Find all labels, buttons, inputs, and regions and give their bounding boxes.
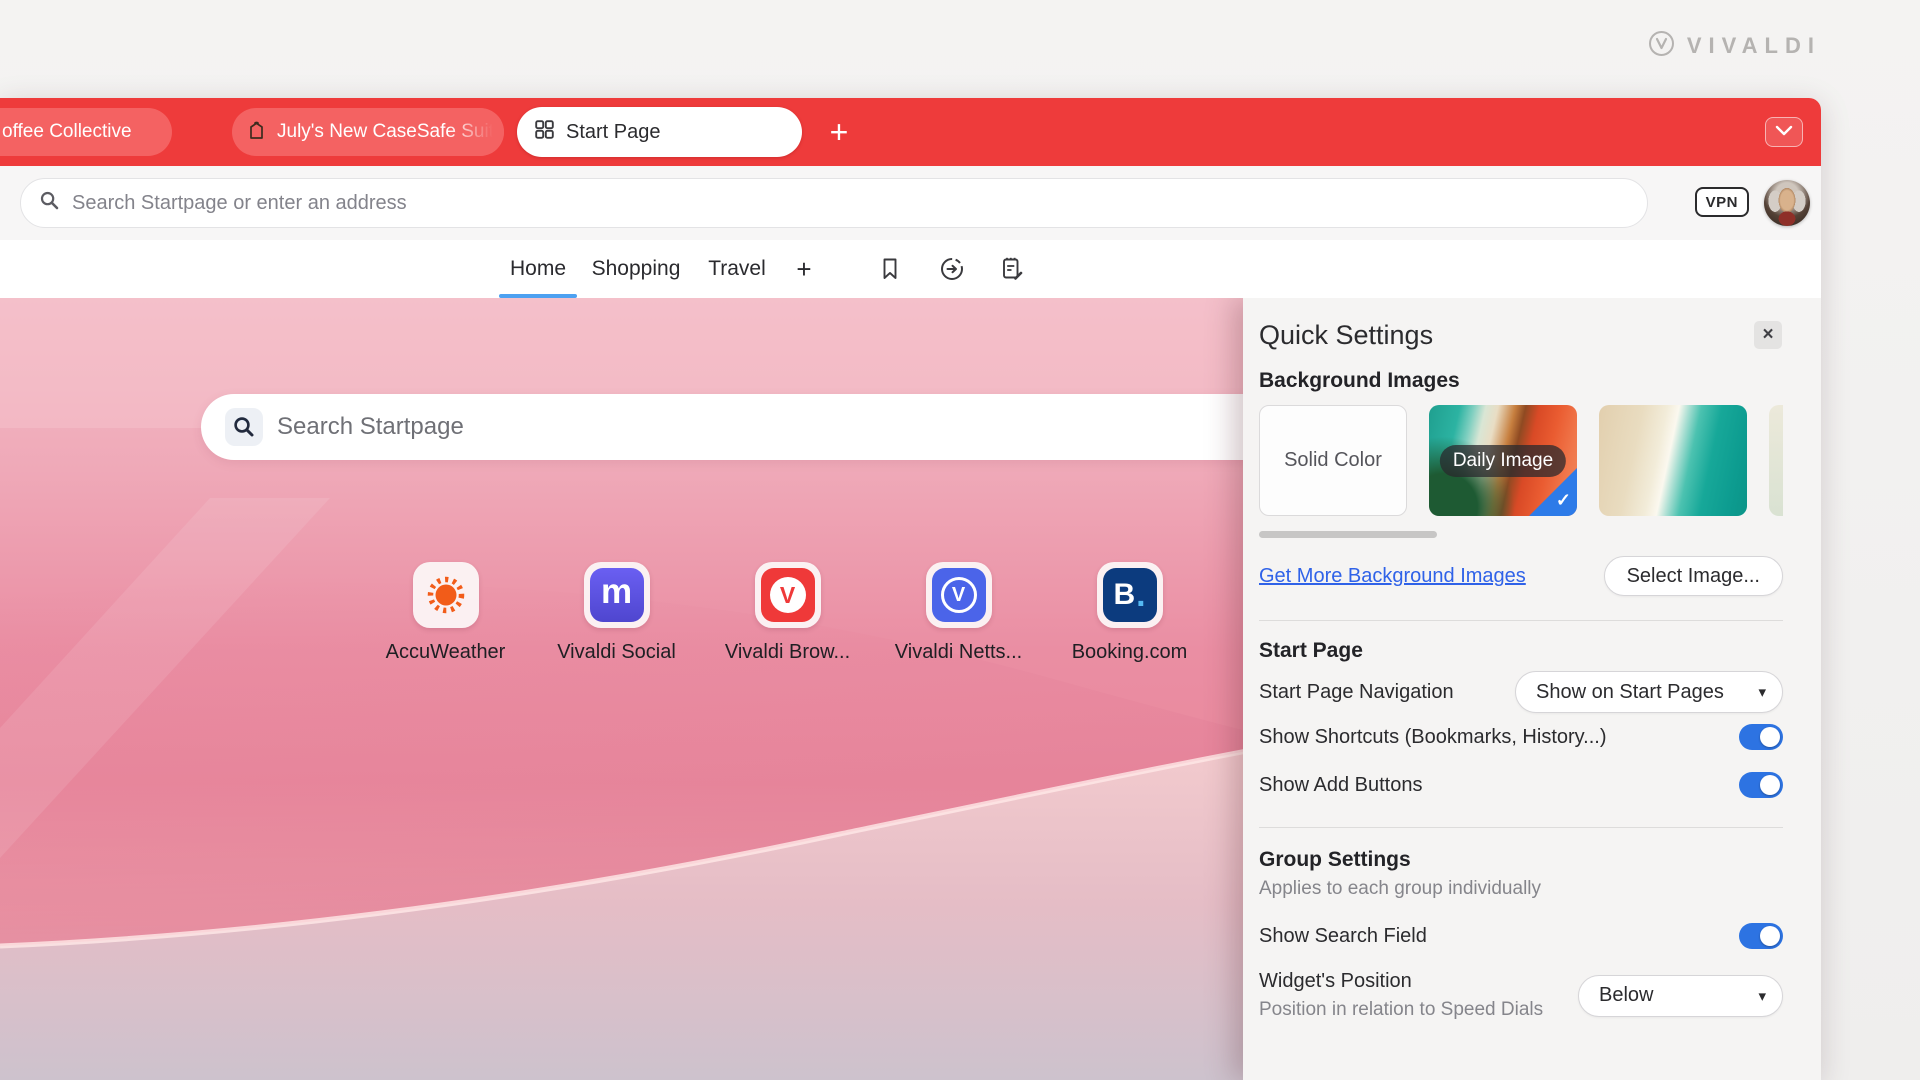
check-icon: ✓ [1556,490,1571,511]
speed-dial-vivaldi-social[interactable]: m Vivaldi Social [531,562,702,664]
tab-start-page[interactable]: Start Page [517,107,802,157]
show-add-buttons-toggle[interactable] [1739,772,1783,798]
show-add-buttons-label: Show Add Buttons [1259,774,1422,797]
start-page-navigation-dropdown[interactable]: Show on Start Pages ▾ [1515,671,1783,713]
speed-dial-label: Vivaldi Social [557,641,676,664]
divider [1259,620,1783,621]
tab-casesafe[interactable]: July's New CaseSafe Suitc [232,108,504,156]
speed-dial-label: Vivaldi Brow... [725,641,850,664]
speed-dial-label: AccuWeather [386,641,506,664]
close-button[interactable]: × [1754,321,1782,349]
mastodon-icon: m [590,568,644,622]
dropdown-value: Show on Start Pages [1536,681,1724,704]
speed-dial-accuweather[interactable]: AccuWeather [360,562,531,664]
start-page-search-input[interactable] [277,413,1177,441]
show-shortcuts-label: Show Shortcuts (Bookmarks, History...) [1259,726,1607,749]
vivaldi-wordmark: VIVALDI [1687,33,1821,59]
history-icon[interactable] [938,255,966,283]
caret-down-icon: ▾ [1758,683,1766,701]
accuweather-icon [413,562,479,628]
notes-icon[interactable] [998,255,1026,283]
thumbnails-scrollbar[interactable] [1259,531,1437,538]
background-option-ocean[interactable] [1599,405,1747,516]
nav-tab-label: Home [510,257,566,281]
tab-label: offee Collective [2,121,132,143]
get-more-backgrounds-link[interactable]: Get More Background Images [1259,565,1526,588]
group-settings-subheading: Applies to each group individually [1259,878,1783,900]
nav-tab-label: Travel [708,257,766,281]
caret-down-icon: ▾ [1758,987,1766,1005]
add-nav-tab-button[interactable]: + [789,240,819,298]
nav-tab-label: Shopping [592,257,681,281]
widget-position-subtext: Position in relation to Speed Dials [1259,999,1543,1021]
speed-dial-vivaldi-browser[interactable]: V Vivaldi Brow... [702,562,873,664]
search-icon [39,190,60,216]
vivaldi-brand: VIVALDI [1648,30,1821,62]
background-images-heading: Background Images [1259,369,1783,393]
vivaldi-red-icon: V [761,568,815,622]
select-image-button[interactable]: Select Image... [1604,556,1783,596]
desktop: VIVALDI offee Collective July's New Case… [0,0,1920,1080]
background-option-daily-image[interactable]: Daily Image ✓ [1429,405,1577,516]
background-option-partial[interactable] [1769,405,1783,516]
shopping-bag-favicon-icon [246,119,267,146]
start-page-content: AccuWeather m Vivaldi Social V [0,298,1821,1080]
nav-tab-shopping[interactable]: Shopping [591,240,681,298]
close-icon: × [1762,324,1773,346]
profile-avatar[interactable] [1764,180,1810,226]
startpage-search-icon [225,408,263,446]
address-bar[interactable] [20,178,1648,228]
speed-dial-grid-icon [535,120,554,145]
show-search-field-label: Show Search Field [1259,925,1427,948]
tab-bar-menu-button[interactable] [1765,117,1803,147]
nav-tab-home[interactable]: Home [499,240,577,298]
toolbar: VPN [0,166,1821,240]
speed-dial-vivaldi-netts[interactable]: V Vivaldi Netts... [873,562,1044,664]
background-image-options: Solid Color Daily Image ✓ [1259,405,1783,516]
divider [1259,827,1783,828]
quick-settings-panel: Quick Settings × Background Images Solid… [1243,298,1821,1080]
widget-position-dropdown[interactable]: Below ▾ [1578,975,1783,1017]
vpn-badge[interactable]: VPN [1695,187,1749,217]
quick-settings-title: Quick Settings [1259,320,1783,351]
start-page-section-heading: Start Page [1259,639,1783,663]
speed-dial-label: Vivaldi Netts... [895,641,1022,664]
speed-dial-row: AccuWeather m Vivaldi Social V [360,562,1215,664]
browser-window: offee Collective July's New CaseSafe Sui… [0,98,1821,1080]
toggle-knob [1760,926,1780,946]
tab-label: Start Page [566,121,661,144]
new-tab-button[interactable]: + [818,111,860,153]
bookmarks-icon[interactable] [876,255,904,283]
group-settings-heading: Group Settings [1259,848,1783,872]
background-option-solid-color[interactable]: Solid Color [1259,405,1407,516]
tab-label: July's New CaseSafe Suitc [277,121,503,143]
background-option-label: Solid Color [1284,449,1382,472]
widget-position-label: Widget's Position [1259,970,1543,993]
speed-dial-booking[interactable]: B. Booking.com [1044,562,1215,664]
start-page-navbar: Home Shopping Travel + [0,240,1821,298]
tab-bar: offee Collective July's New CaseSafe Sui… [0,98,1821,166]
toggle-knob [1760,775,1780,795]
speed-dial-label: Booking.com [1072,641,1188,664]
start-page-navigation-label: Start Page Navigation [1259,681,1454,704]
toggle-knob [1760,727,1780,747]
vivaldi-blue-icon: V [932,568,986,622]
dropdown-value: Below [1599,984,1653,1007]
show-shortcuts-toggle[interactable] [1739,724,1783,750]
show-search-field-toggle[interactable] [1739,923,1783,949]
chevron-down-icon [1775,123,1793,141]
address-input[interactable] [72,192,1572,215]
vivaldi-logo-icon [1648,30,1675,62]
tab-coffee-collective[interactable]: offee Collective [0,108,172,156]
booking-icon: B. [1103,568,1157,622]
nav-tab-travel[interactable]: Travel [708,240,766,298]
